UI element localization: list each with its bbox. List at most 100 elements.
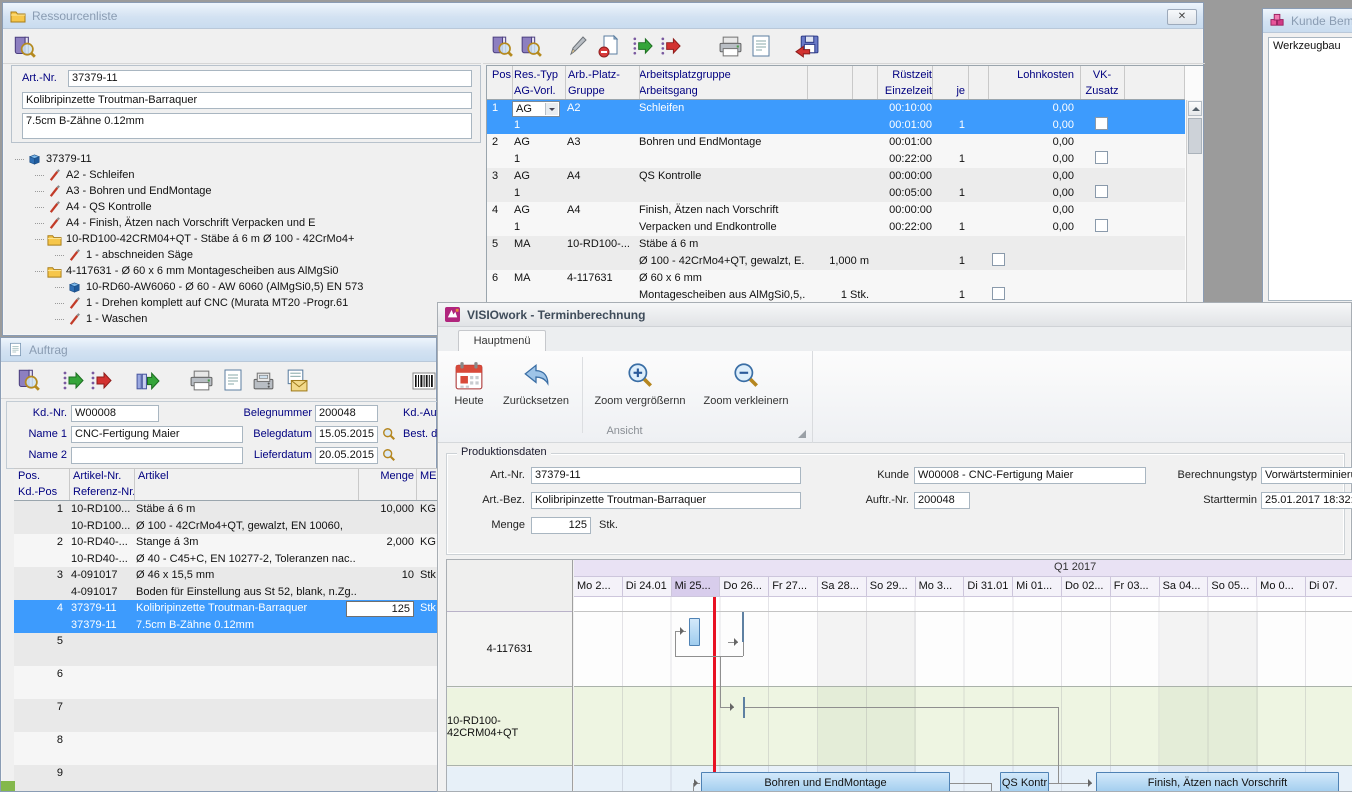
tree-item[interactable]: A4 - QS Kontrolle	[35, 199, 152, 215]
tree-item[interactable]: 37379-11	[15, 151, 92, 167]
date-cell[interactable]: Mo 0...	[1257, 577, 1306, 597]
tab-hauptmenu[interactable]: Hauptmenü	[458, 330, 546, 351]
menge-edit-field[interactable]: 125	[346, 601, 414, 617]
tree-item[interactable]: 10-RD100-42CRM04+QT - Stäbe á 6 m Ø 100 …	[35, 231, 354, 247]
col-header-pos[interactable]: Pos.	[18, 470, 40, 482]
date-cell[interactable]: So 29...	[867, 577, 916, 597]
name1-field[interactable]: CNC-Fertigung Maier	[71, 426, 243, 443]
table-row[interactable]: 7	[14, 699, 438, 732]
date-lookup-icon[interactable]	[382, 427, 396, 441]
art-desc-field[interactable]: 7.5cm B-Zähne 0.12mm	[22, 113, 472, 139]
table-row[interactable]: 6 MA 4-117631 Ø 60 x 6 mm Montagescheibe…	[487, 270, 1185, 304]
table-row[interactable]: 6	[14, 666, 438, 699]
table-row-selected[interactable]: 4 37379-11 37379-11 Kolibripinzette Trou…	[14, 600, 438, 633]
date-cell[interactable]: So 05...	[1208, 577, 1257, 597]
heute-button[interactable]: Heute	[444, 357, 494, 429]
move-in-icon[interactable]	[631, 35, 654, 58]
col-header-einzelzeit[interactable]: Einzelzeit	[875, 83, 932, 99]
email-document-icon[interactable]	[283, 368, 308, 393]
report-icon[interactable]	[221, 368, 245, 392]
gantt-resource-label[interactable]: 4-117631	[447, 612, 572, 687]
close-button[interactable]: ✕	[1167, 9, 1197, 25]
table-row[interactable]: 4 AG 1 A4 Finish, Ätzen nach Vorschrift …	[487, 202, 1185, 236]
col-header-vk1[interactable]: VK-	[1080, 67, 1124, 83]
artbez-field[interactable]: Kolibripinzette Troutman-Barraquer	[531, 492, 801, 509]
delete-row-icon[interactable]	[597, 34, 621, 58]
table-row[interactable]: 5 MA 10-RD100-... Stäbe á 6 m Ø 100 - 42…	[487, 236, 1185, 270]
res-typ-dropdown[interactable]: AG	[512, 101, 560, 117]
col-header-vk2[interactable]: Zusatz	[1080, 83, 1124, 99]
table-row[interactable]: 3 4-091017 4-091017 Ø 46 x 15,5 mm Boden…	[14, 567, 438, 600]
table-row[interactable]: 1 AG 1 A2 Schleifen 00:10:00 00:01:00 1 …	[487, 100, 1185, 134]
vk-zusatz-checkbox[interactable]	[1095, 117, 1108, 130]
tree-item[interactable]: 1 - Drehen komplett auf CNC (Murata MT20…	[55, 295, 348, 311]
gantt-resource-label[interactable]: 10-RD100-42CRM04+QT	[447, 688, 572, 766]
belegdatum-field[interactable]: 15.05.2015	[315, 426, 378, 443]
material-checkbox[interactable]	[992, 253, 1005, 266]
col-header-referenznr[interactable]: Referenz-Nr.	[73, 486, 135, 498]
starttermin-field[interactable]: 25.01.2017 18:32:0	[1261, 492, 1352, 509]
scroll-up-button[interactable]	[1188, 101, 1202, 116]
gantt-bar-qs[interactable]: QS Kontr	[1000, 772, 1049, 791]
col-header-pos[interactable]: Pos.	[492, 67, 514, 83]
zoom-out-button[interactable]: Zoom verkleinern	[696, 357, 796, 429]
move-in-icon[interactable]	[61, 369, 85, 393]
visiowork-titlebar[interactable]: VISIOwork - Terminberechnung	[438, 303, 1351, 327]
gantt-row-10-rd100[interactable]	[574, 687, 1352, 766]
table-row[interactable]: 2 10-RD40-... 10-RD40-... Stange á 3m Ø …	[14, 534, 438, 567]
artnr-field[interactable]: 37379-11	[531, 467, 801, 484]
kunde-note-field[interactable]: Werkzeugbau	[1268, 37, 1352, 301]
search-book2-icon[interactable]	[518, 34, 543, 59]
transfer-icon[interactable]	[135, 369, 160, 394]
move-out-icon[interactable]	[89, 369, 113, 393]
ressourcenliste-titlebar[interactable]: Ressourcenliste	[3, 3, 1203, 29]
print-icon[interactable]	[718, 34, 743, 59]
edit-pen-icon[interactable]	[565, 34, 589, 58]
col-header-agvorl[interactable]: AG-Vorl.	[514, 83, 556, 99]
search-book-icon[interactable]	[489, 34, 514, 59]
barcode-icon[interactable]	[411, 369, 437, 393]
material-checkbox[interactable]	[992, 287, 1005, 300]
table-row[interactable]: 8	[14, 732, 438, 765]
name2-field[interactable]	[71, 447, 243, 464]
col-header-gruppe2[interactable]: Gruppe	[568, 83, 605, 99]
table-row[interactable]: 2 AG 1 A3 Bohren und EndMontage 00:01:00…	[487, 134, 1185, 168]
gantt-resource-label[interactable]	[447, 767, 572, 791]
date-cell[interactable]: Do 02...	[1062, 577, 1111, 597]
lieferdatum-field[interactable]: 20.05.2015	[315, 447, 378, 464]
table-row[interactable]: 9	[14, 765, 438, 791]
col-header-lohnkosten[interactable]: Lohnkosten	[987, 67, 1074, 83]
zuruecksetzen-button[interactable]: Zurücksetzen	[494, 357, 578, 429]
col-header-ag1[interactable]: Arbeitsplatzgruppe	[639, 67, 731, 83]
date-cell[interactable]: Fr 27...	[769, 577, 818, 597]
col-header-je[interactable]: je	[933, 83, 965, 99]
vk-zusatz-checkbox[interactable]	[1095, 219, 1108, 232]
col-header-me[interactable]: ME	[420, 470, 437, 482]
report-icon[interactable]	[749, 34, 773, 58]
table-scrollbar[interactable]	[1186, 100, 1203, 304]
table-row[interactable]: 5	[14, 633, 438, 666]
search-order-button[interactable]	[15, 367, 41, 393]
berechnungstyp-field[interactable]: Vorwärtsterminierung	[1261, 467, 1352, 484]
gantt-bar-bohren[interactable]: Bohren und EndMontage	[701, 772, 950, 791]
date-cell[interactable]: Fr 03...	[1111, 577, 1160, 597]
auftrag-titlebar[interactable]: Auftrag	[1, 338, 436, 362]
table-row[interactable]: 3 AG 1 A4 QS Kontrolle 00:00:00 00:05:00…	[487, 168, 1185, 202]
date-cell[interactable]: Do 26...	[720, 577, 769, 597]
search-resource-button[interactable]	[11, 34, 37, 60]
save-exit-icon[interactable]	[795, 34, 820, 59]
col-header-menge[interactable]: Menge	[361, 470, 414, 482]
date-cell[interactable]: Di 24.01	[623, 577, 672, 597]
kunde-field[interactable]: W00008 - CNC-Fertigung Maier	[914, 467, 1146, 484]
date-lookup-icon[interactable]	[382, 448, 396, 462]
date-cell[interactable]: Mo 3...	[916, 577, 965, 597]
print-icon[interactable]	[189, 368, 214, 393]
date-cell[interactable]: Di 31.01	[964, 577, 1013, 597]
tree-item[interactable]: A2 - Schleifen	[35, 167, 134, 183]
art-name-field[interactable]: Kolibripinzette Troutman-Barraquer	[22, 92, 472, 109]
col-header-gruppe1[interactable]: Arb.-Platz-	[568, 67, 620, 83]
tree-item[interactable]: 4-117631 - Ø 60 x 6 mm Montagescheiben a…	[35, 263, 339, 279]
tree-item[interactable]: 10-RD60-AW6060 - Ø 60 - AW 6060 (AlMgSi0…	[55, 279, 363, 295]
milestone-tick[interactable]	[742, 612, 744, 642]
col-header-artikel[interactable]: Artikel	[138, 470, 169, 482]
